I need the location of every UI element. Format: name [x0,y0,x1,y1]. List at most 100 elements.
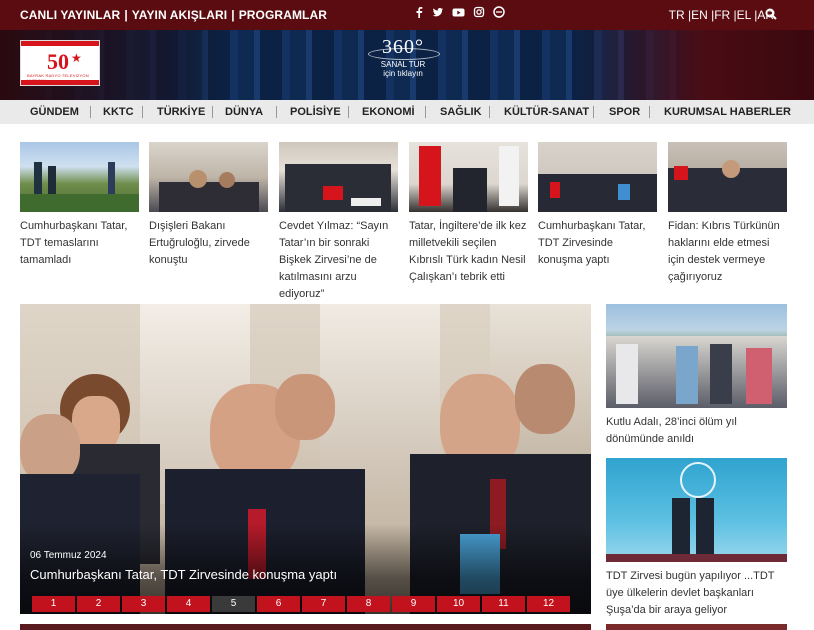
facebook-icon[interactable] [414,6,424,18]
side-news-card[interactable]: Kutlu Adalı, 28’inci ölüm yıl dönümünde … [606,304,787,448]
tour-ring-icon [368,48,440,60]
photo-figure [453,168,487,212]
tour-label: SANAL TUR [380,60,426,69]
news-photo[interactable] [149,142,268,212]
slider-page-button[interactable]: 12 [527,596,570,612]
news-card[interactable]: Cumhurbaşkanı Tatar, TDT temaslarını tam… [20,142,139,269]
slider-pagination: 1 2 3 4 5 6 7 8 9 10 11 12 [32,596,570,612]
broadcast-schedule-link[interactable]: YAYIN AKIŞLARI [132,8,227,22]
photo-carpet [606,554,787,562]
side-news-caption[interactable]: Kutlu Adalı, 28’inci ölüm yıl dönümünde … [606,414,787,448]
side-news-photo[interactable] [606,304,787,408]
side-news-caption[interactable]: TDT Zirvesi bugün yapılıyor ...TDT üye ü… [606,568,787,619]
news-photo[interactable] [409,142,528,212]
instagram-icon[interactable] [473,6,485,18]
separator: | [124,8,128,22]
slider-page-button[interactable]: 9 [392,596,435,612]
photo-person-face [515,364,575,434]
news-photo[interactable] [20,142,139,212]
twitter-icon[interactable] [432,6,444,18]
nav-dunya[interactable]: DÜNYA [225,106,263,118]
search-icon[interactable] [765,8,777,20]
photo-flag [419,146,441,206]
photo-person-face [275,374,335,440]
photo-figure [189,170,207,188]
logo-tagline: BAYRAK RADYO TELEVİZYON KURUMU [27,73,89,83]
nav-kktc[interactable]: KKTC [103,106,134,118]
photo-flag [550,182,560,198]
nav-kultur-sanat[interactable]: KÜLTÜR-SANAT [504,106,589,118]
news-caption[interactable]: Tatar, İngiltere’de ilk kez milletvekili… [409,218,528,286]
nav-turkiye[interactable]: TÜRKİYE [157,106,205,118]
news-card[interactable]: Tatar, İngiltere’de ilk kez milletvekili… [409,142,528,286]
slider-page-button-active[interactable]: 5 [212,596,255,612]
photo-figure [710,344,732,404]
tdt-emblem-icon [680,462,716,498]
photo-flag [618,184,630,200]
news-card[interactable]: Cevdet Yılmaz: “Sayın Tatar’ın bir sonra… [279,142,398,303]
nav-divider [489,106,490,118]
news-caption[interactable]: Dışişleri Bakanı Ertuğruloğlu, zirvede k… [149,218,268,269]
live-broadcasts-link[interactable]: CANLI YAYINLAR [20,8,120,22]
language-selector[interactable]: TR |EN |FR |EL |AR [669,8,774,22]
photo-figure [746,348,772,404]
site-logo[interactable]: 50 ★ BAYRAK RADYO TELEVİZYON KURUMU [20,40,100,86]
nav-ekonomi[interactable]: EKONOMİ [362,106,415,118]
news-photo[interactable] [279,142,398,212]
photo-flag [323,186,343,200]
slider-page-button[interactable]: 2 [77,596,120,612]
youtube-icon[interactable] [452,6,465,18]
social-links [414,6,505,18]
photo-flag [499,146,519,206]
banner-shade-right [574,30,814,100]
main-nav: GÜNDEM KKTC TÜRKİYE DÜNYA POLİSİYE EKONO… [0,100,814,124]
slider-page-button[interactable]: 4 [167,596,210,612]
news-caption[interactable]: Cumhurbaşkanı Tatar, TDT temaslarını tam… [20,218,139,269]
news-caption[interactable]: Cevdet Yılmaz: “Sayın Tatar’ın bir sonra… [279,218,398,303]
nav-divider [212,106,213,118]
slider-page-button[interactable]: 6 [257,596,300,612]
news-photo[interactable] [668,142,787,212]
nav-saglik[interactable]: SAĞLIK [440,106,482,118]
photo-figure [676,346,698,404]
tour-cta: için tıklayın [383,69,423,78]
side-news-photo[interactable] [606,458,787,562]
edge-icon[interactable] [493,6,505,18]
slider-page-button[interactable]: 10 [437,596,480,612]
slider-page-button[interactable]: 7 [302,596,345,612]
nav-kurumsal-haberler[interactable]: KURUMSAL HABERLER [664,106,791,118]
news-caption[interactable]: Cumhurbaşkanı Tatar, TDT Zirvesinde konu… [538,218,657,269]
news-card[interactable]: Fidan: Kıbrıs Türkünün haklarını elde et… [668,142,787,286]
nav-divider [276,106,277,118]
news-caption[interactable]: Fidan: Kıbrıs Türkünün haklarını elde et… [668,218,787,286]
photo-figure [616,344,638,404]
nav-gundem[interactable]: GÜNDEM [30,106,79,118]
nav-divider [425,106,426,118]
side-news-card[interactable]: TDT Zirvesi bugün yapılıyor ...TDT üye ü… [606,458,787,619]
nav-divider [90,106,91,118]
virtual-tour-link[interactable]: 360° SANAL TUR için tıklayın [366,36,440,86]
programs-link[interactable]: PROGRAMLAR [239,8,327,22]
slider-page-button[interactable]: 11 [482,596,525,612]
nav-divider [348,106,349,118]
news-card[interactable]: Dışişleri Bakanı Ertuğruloğlu, zirvede k… [149,142,268,269]
next-section-strip [606,624,787,630]
headline-slider[interactable]: 06 Temmuz 2024 Cumhurbaşkanı Tatar, TDT … [20,304,591,614]
news-photo[interactable] [538,142,657,212]
slider-title[interactable]: Cumhurbaşkanı Tatar, TDT Zirvesinde konu… [30,567,337,582]
nav-polisiye[interactable]: POLİSİYE [290,106,341,118]
news-card[interactable]: Cumhurbaşkanı Tatar, TDT Zirvesinde konu… [538,142,657,269]
top-links: CANLI YAYINLAR | YAYIN AKIŞLARI | PROGRAMLAR [20,8,327,22]
photo-table [159,182,259,212]
top-bar: CANLI YAYINLAR | YAYIN AKIŞLARI | PROGRAMLAR… [0,0,814,30]
slider-page-button[interactable]: 8 [347,596,390,612]
nav-spor[interactable]: SPOR [609,106,640,118]
star-icon: ★ [71,51,82,65]
next-section-strip [20,624,591,630]
photo-figure [672,498,690,558]
slider-page-button[interactable]: 1 [32,596,75,612]
photo-figure [696,498,714,558]
logo-top-stripe [21,41,99,46]
slider-page-button[interactable]: 3 [122,596,165,612]
logo-number: 50 [47,49,69,74]
